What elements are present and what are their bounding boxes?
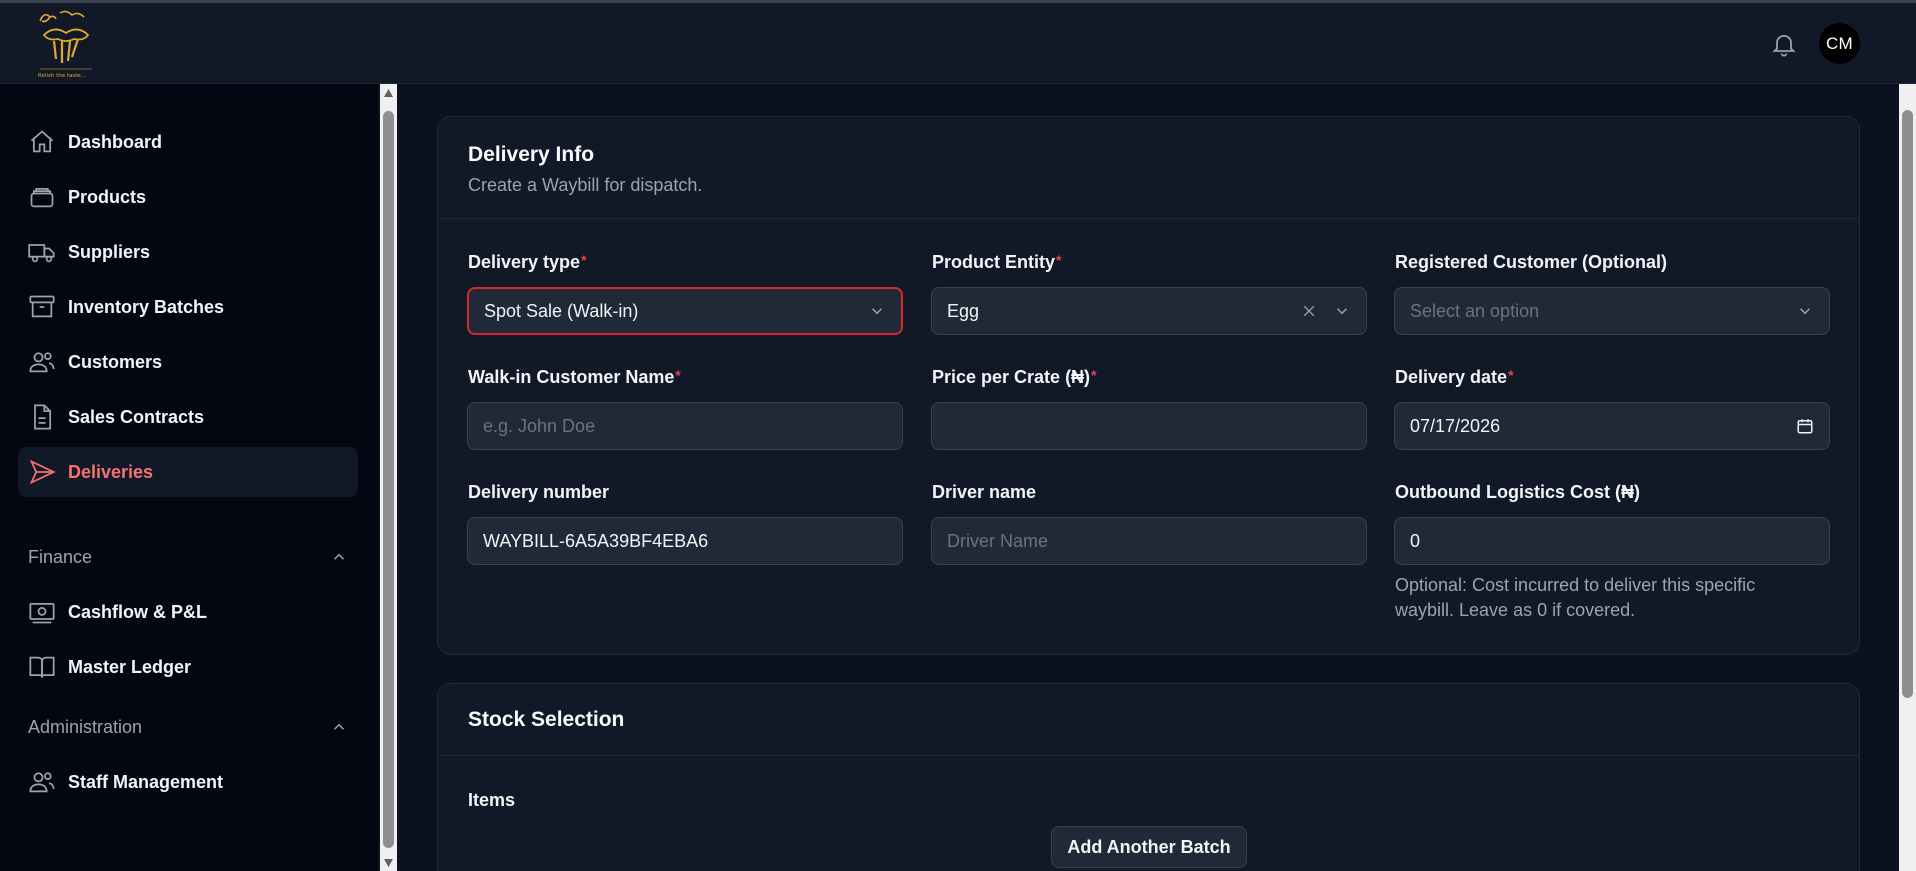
users-icon [18, 348, 66, 376]
sidebar-item-sales-contracts[interactable]: Sales Contracts [18, 392, 358, 442]
brand-logo[interactable]: Relish the taste... [34, 7, 98, 83]
walkin-name-input[interactable]: e.g. John Doe [467, 402, 903, 450]
delivery-info-card: Delivery Info Create a Waybill for dispa… [437, 116, 1860, 655]
driver-name-label: Driver name [932, 482, 1037, 502]
products-icon [18, 183, 66, 211]
walkin-name-placeholder: e.g. John Doe [483, 415, 596, 436]
sidebar-item-label: Deliveries [68, 461, 154, 482]
divider [438, 755, 1859, 756]
sidebar-item-label: Master Ledger [68, 656, 192, 677]
sidebar-item-inventory-batches[interactable]: Inventory Batches [18, 282, 358, 332]
sidebar-item-staff-management[interactable]: Staff Management [18, 757, 358, 807]
sidebar-item-label: Sales Contracts [68, 406, 205, 427]
sidebar-item-suppliers[interactable]: Suppliers [18, 227, 358, 277]
truck-icon [18, 238, 66, 266]
sidebar-item-label: Staff Management [68, 771, 224, 792]
product-entity-value: Egg [947, 300, 980, 321]
sidebar-item-dashboard[interactable]: Dashboard [18, 117, 358, 167]
section-finance-label: Finance [28, 546, 93, 567]
sidebar-item-master-ledger[interactable]: Master Ledger [18, 642, 358, 692]
cash-icon [18, 598, 66, 626]
scroll-down-arrow-icon[interactable] [383, 858, 394, 868]
divider [438, 218, 1859, 219]
price-per-crate-input[interactable] [931, 402, 1367, 450]
chevron-up-icon [333, 723, 345, 730]
archive-icon [18, 293, 66, 321]
delivery-number-label: Delivery number [468, 482, 610, 502]
logistics-cost-input[interactable]: 0 [1394, 517, 1830, 565]
sidebar-item-customers[interactable]: Customers [18, 337, 358, 387]
delivery-number-input[interactable]: WAYBILL-6A5A39BF4EBA6 [467, 517, 903, 565]
logistics-cost-value: 0 [1410, 530, 1421, 551]
chevron-down-icon [1336, 308, 1348, 315]
bell-icon[interactable] [1770, 29, 1798, 59]
sidebar-item-label: Products [68, 186, 147, 207]
delivery-date-value: 07/17/2026 [1410, 415, 1501, 436]
walkin-name-label: Walk-in Customer Name* [468, 367, 681, 387]
logistics-cost-help: Optional: Cost incurred to deliver this … [1395, 575, 1756, 620]
chevron-down-icon [871, 308, 883, 315]
section-finance[interactable]: Finance [28, 542, 348, 572]
main-scrollbar-thumb[interactable] [1902, 110, 1913, 698]
home-icon [18, 128, 66, 156]
book-icon [18, 653, 66, 681]
price-per-crate-label: Price per Crate (₦)* [932, 367, 1097, 387]
card-subtitle: Create a Waybill for dispatch. [468, 175, 703, 195]
users-icon [18, 768, 66, 796]
driver-name-input[interactable]: Driver Name [931, 517, 1367, 565]
clear-icon[interactable] [1301, 303, 1317, 319]
delivery-type-value: Spot Sale (Walk-in) [484, 300, 639, 321]
svg-text:Relish the taste...: Relish the taste... [38, 73, 86, 79]
driver-name-placeholder: Driver Name [947, 530, 1049, 551]
chevron-down-icon [1799, 308, 1811, 315]
sidebar: Dashboard Products Suppliers Inventory B… [0, 84, 378, 871]
sidebar-item-deliveries[interactable]: Deliveries [18, 447, 358, 497]
delivery-type-label: Delivery type* [468, 252, 587, 272]
sidebar-item-label: Customers [68, 351, 163, 372]
scroll-up-arrow-icon[interactable] [383, 88, 394, 98]
section-administration[interactable]: Administration [28, 712, 348, 742]
product-entity-label: Product Entity* [932, 252, 1062, 272]
sidebar-scrollbar-thumb[interactable] [383, 111, 394, 848]
sidebar-item-cashflow[interactable]: Cashflow & P&L [18, 587, 358, 637]
sidebar-item-products[interactable]: Products [18, 172, 358, 222]
document-icon [18, 403, 66, 431]
registered-customer-placeholder: Select an option [1410, 300, 1540, 321]
registered-customer-select[interactable]: Select an option [1394, 287, 1830, 335]
sidebar-item-label: Suppliers [68, 241, 151, 262]
logistics-cost-label: Outbound Logistics Cost (₦) [1395, 482, 1640, 502]
card-title: Delivery Info [468, 143, 595, 166]
registered-customer-label: Registered Customer (Optional) [1395, 252, 1668, 272]
sidebar-item-label: Dashboard [68, 131, 163, 152]
delivery-date-input[interactable]: 07/17/2026 [1394, 402, 1830, 450]
product-entity-select[interactable]: Egg [931, 287, 1367, 335]
sidebar-item-label: Inventory Batches [68, 296, 225, 317]
delivery-type-select[interactable]: Spot Sale (Walk-in) [467, 287, 903, 335]
calendar-icon[interactable] [1796, 417, 1814, 435]
items-label: Items [468, 790, 516, 810]
add-another-batch-button[interactable]: Add Another Batch [1051, 826, 1247, 868]
send-icon [18, 458, 66, 486]
chevron-up-icon [333, 553, 345, 560]
section-administration-label: Administration [28, 716, 143, 737]
user-avatar[interactable]: CM [1819, 23, 1860, 64]
sidebar-item-label: Cashflow & P&L [68, 601, 208, 622]
delivery-date-label: Delivery date* [1395, 367, 1514, 387]
delivery-number-value: WAYBILL-6A5A39BF4EBA6 [483, 530, 709, 551]
top-bar: Relish the taste... CM [0, 3, 1916, 84]
card-title: Stock Selection [468, 708, 625, 731]
